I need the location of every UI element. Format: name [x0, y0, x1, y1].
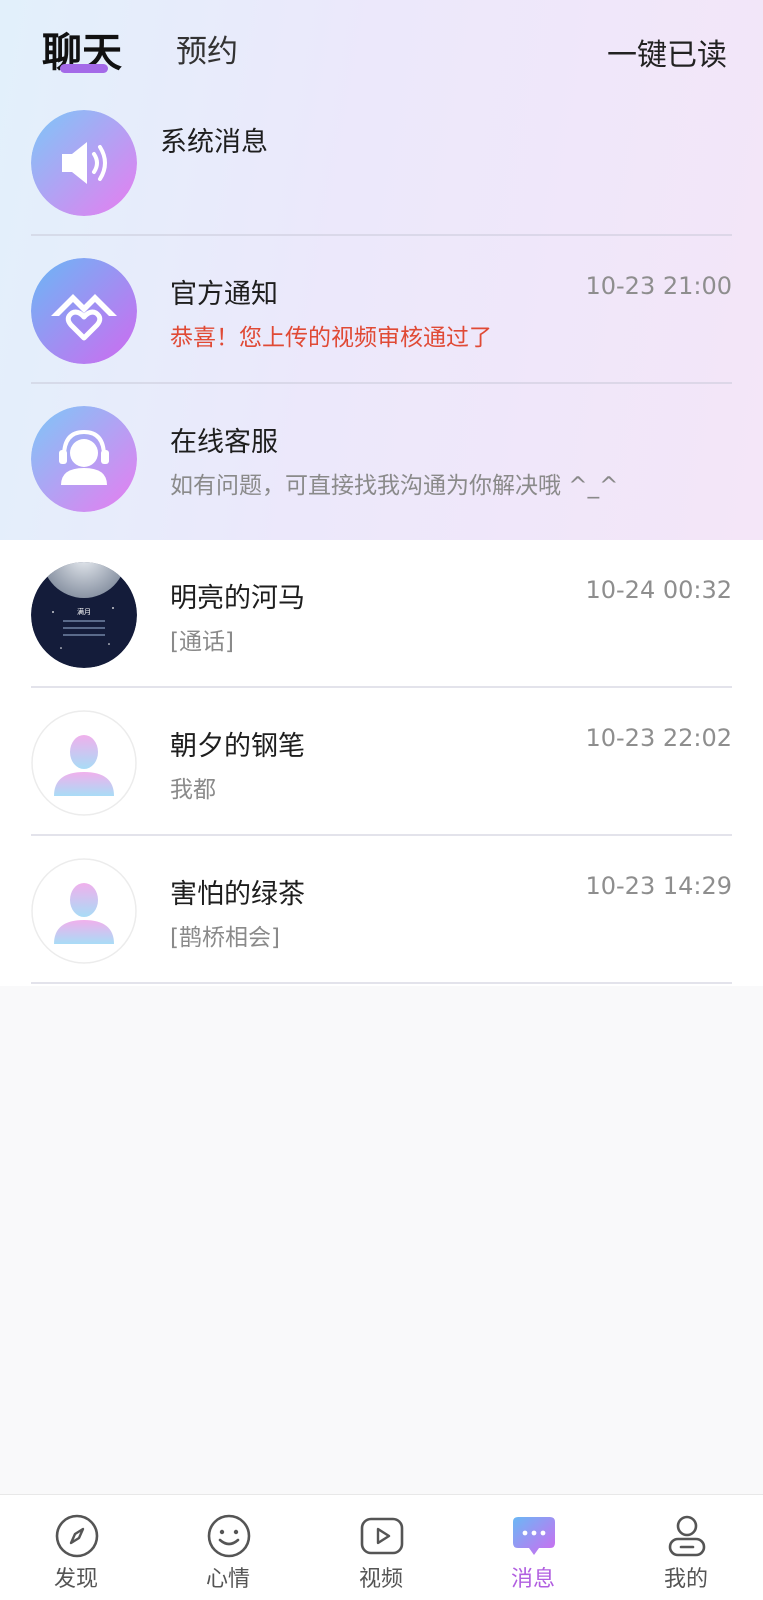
- official-notice-title: 官方通知: [170, 279, 278, 310]
- customer-service-title: 在线客服: [170, 427, 278, 458]
- divider: [31, 982, 732, 984]
- profile-icon: [668, 1515, 706, 1557]
- smile-icon: [207, 1514, 251, 1558]
- official-notice-preview: 恭喜！您上传的视频审核通过了: [170, 325, 492, 351]
- nav-profile[interactable]: 我的: [610, 1495, 762, 1600]
- top-bar: 聊天 预约 一键已读: [0, 0, 763, 92]
- default-avatar-icon: [31, 858, 137, 964]
- default-avatar-icon: [31, 710, 137, 816]
- nav-discover[interactable]: 发现: [0, 1495, 152, 1600]
- conversation-row[interactable]: 满月 明亮的河马 10-24 00:32 [通话]: [0, 540, 763, 688]
- header-gradient-area: 聊天 预约 一键已读 系统消息 官方通知 10-23 21:00 恭喜！您上传的…: [0, 0, 763, 540]
- tab-appointment-label: 预约: [176, 34, 238, 70]
- conversation-row[interactable]: 害怕的绿茶 10-23 14:29 [鹊桥相会]: [0, 836, 763, 984]
- conversation-row[interactable]: 朝夕的钢笔 10-23 22:02 我都: [0, 688, 763, 836]
- system-message-title: 系统消息: [160, 127, 268, 158]
- official-notice-time: 10-23 21:00: [585, 272, 732, 300]
- video-play-icon: [360, 1517, 404, 1555]
- message-time: 10-23 22:02: [585, 724, 732, 752]
- compass-icon: [55, 1514, 99, 1558]
- message-preview: 我都: [170, 777, 216, 803]
- chat-bubble-icon: [513, 1517, 555, 1555]
- customer-service-preview: 如有问题，可直接找我沟通为你解决哦 ^_^: [170, 473, 619, 499]
- avatar-caption: 满月: [77, 607, 91, 616]
- message-preview: [通话]: [170, 629, 234, 655]
- message-time: 10-24 00:32: [585, 576, 732, 604]
- contact-name: 明亮的河马: [170, 583, 305, 614]
- message-preview: [鹊桥相会]: [170, 925, 280, 951]
- nav-video[interactable]: 视频: [305, 1495, 457, 1600]
- speaker-icon: [31, 110, 137, 216]
- mark-all-read-button[interactable]: 一键已读: [607, 30, 727, 74]
- customer-service-row[interactable]: 在线客服 如有问题，可直接找我沟通为你解决哦 ^_^: [0, 384, 763, 532]
- nav-discover-label: 发现: [53, 1567, 98, 1592]
- tab-chat[interactable]: 聊天: [42, 20, 122, 78]
- bottom-navigation: 发现 心情 视频 消息 我的: [0, 1494, 763, 1600]
- tab-appointment[interactable]: 预约: [176, 26, 238, 71]
- headset-agent-icon: [31, 406, 137, 512]
- nav-messages[interactable]: 消息: [457, 1495, 609, 1600]
- contact-name: 害怕的绿茶: [170, 879, 305, 910]
- nav-profile-label: 我的: [663, 1567, 708, 1592]
- system-message-row[interactable]: 系统消息: [0, 88, 763, 236]
- conversation-list: 满月 明亮的河马 10-24 00:32 [通话] 朝夕的钢笔 10-23 22…: [0, 540, 763, 986]
- message-time: 10-23 14:29: [585, 872, 732, 900]
- nav-mood-label: 心情: [205, 1567, 250, 1592]
- contact-name: 朝夕的钢笔: [170, 731, 305, 762]
- avatar: 满月: [31, 562, 137, 668]
- official-logo-icon: [31, 258, 137, 364]
- nav-video-label: 视频: [358, 1567, 403, 1592]
- active-tab-indicator: [60, 64, 108, 73]
- nav-mood[interactable]: 心情: [152, 1495, 304, 1600]
- official-notice-row[interactable]: 官方通知 10-23 21:00 恭喜！您上传的视频审核通过了: [0, 236, 763, 384]
- nav-messages-label: 消息: [510, 1567, 555, 1592]
